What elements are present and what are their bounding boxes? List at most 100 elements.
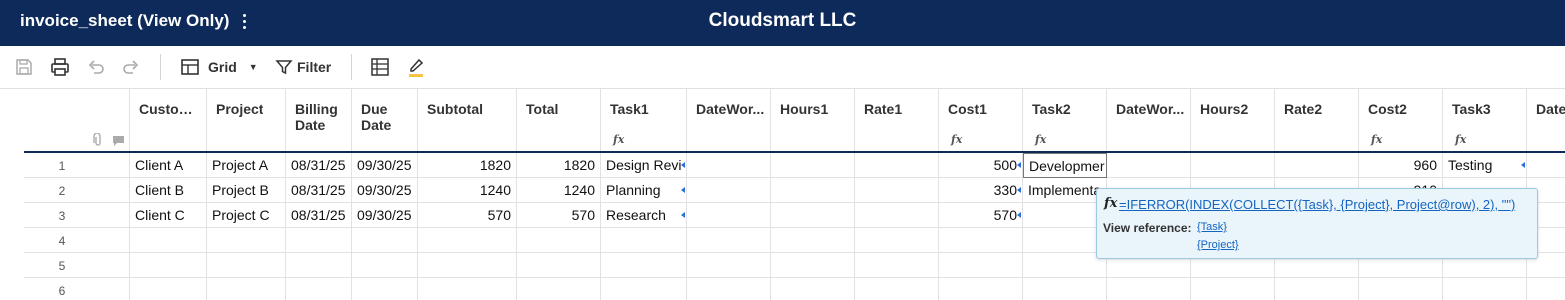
table-cell[interactable] xyxy=(1359,278,1443,300)
table-cell[interactable]: 08/31/25 xyxy=(286,203,352,228)
table-cell[interactable]: 500 xyxy=(939,153,1023,178)
table-cell[interactable]: 1240 xyxy=(418,178,517,203)
table-cell[interactable]: Testing xyxy=(1443,153,1527,178)
table-cell[interactable] xyxy=(517,228,601,253)
table-cell[interactable] xyxy=(855,228,939,253)
row-number[interactable]: 1 xyxy=(24,153,130,178)
table-cell[interactable] xyxy=(687,153,771,178)
table-cell[interactable] xyxy=(207,253,286,278)
table-cell[interactable]: 1820 xyxy=(517,153,601,178)
row-number[interactable]: 3 xyxy=(24,203,130,228)
table-cell[interactable]: 08/31/25 xyxy=(286,153,352,178)
column-header[interactable]: Project xyxy=(207,89,286,151)
column-header[interactable]: DateWor... xyxy=(687,89,771,151)
filter-button[interactable]: Filter xyxy=(275,55,331,79)
table-cell[interactable]: 960 xyxy=(1359,153,1443,178)
table-cell[interactable] xyxy=(1443,278,1527,300)
column-header[interactable]: Cost2 fx xyxy=(1359,89,1443,151)
view-switcher-button[interactable]: Grid ▼ xyxy=(180,55,258,79)
table-cell[interactable]: 570 xyxy=(418,203,517,228)
table-cell[interactable] xyxy=(1023,203,1107,228)
table-cell[interactable] xyxy=(601,228,687,253)
column-header[interactable]: Hours2 xyxy=(1191,89,1275,151)
table-cell[interactable] xyxy=(1107,153,1191,178)
table-cell[interactable] xyxy=(771,278,855,300)
table-cell[interactable]: Planning xyxy=(601,178,687,203)
table-cell[interactable] xyxy=(1191,153,1275,178)
table-cell[interactable]: Client C xyxy=(130,203,207,228)
column-header[interactable]: Task1 fx xyxy=(601,89,687,151)
table-cell[interactable] xyxy=(687,228,771,253)
table-cell[interactable] xyxy=(130,278,207,300)
table-cell[interactable] xyxy=(286,278,352,300)
table-cell[interactable] xyxy=(771,253,855,278)
table-cell[interactable] xyxy=(418,228,517,253)
table-cell[interactable]: Design Revi xyxy=(601,153,687,178)
column-header[interactable]: DateWor... xyxy=(1107,89,1191,151)
table-cell[interactable] xyxy=(418,253,517,278)
table-cell[interactable]: Project A xyxy=(207,153,286,178)
table-cell[interactable] xyxy=(1023,278,1107,300)
column-header[interactable]: Subtotal xyxy=(418,89,517,151)
row-number[interactable]: 4 xyxy=(24,228,130,253)
table-cell[interactable] xyxy=(939,278,1023,300)
print-icon[interactable] xyxy=(49,55,71,79)
table-cell[interactable] xyxy=(601,253,687,278)
column-header[interactable]: Rate1 xyxy=(855,89,939,151)
table-cell[interactable] xyxy=(855,153,939,178)
table-cell[interactable] xyxy=(855,203,939,228)
table-cell[interactable]: 1240 xyxy=(517,178,601,203)
reference-link-project[interactable]: {Project} xyxy=(1197,239,1239,251)
table-cell[interactable] xyxy=(207,278,286,300)
table-cell[interactable] xyxy=(687,178,771,203)
table-cell[interactable] xyxy=(771,228,855,253)
table-cell[interactable] xyxy=(771,153,855,178)
table-cell[interactable] xyxy=(517,253,601,278)
column-header[interactable]: Due Date xyxy=(352,89,418,151)
table-cell[interactable] xyxy=(855,178,939,203)
table-cell[interactable] xyxy=(1023,228,1107,253)
table-cell[interactable] xyxy=(352,253,418,278)
table-cell[interactable]: 09/30/25 xyxy=(352,178,418,203)
table-cell[interactable] xyxy=(771,178,855,203)
table-cell[interactable]: Research xyxy=(601,203,687,228)
column-header[interactable]: Cost1 fx xyxy=(939,89,1023,151)
table-cell[interactable] xyxy=(1527,278,1565,300)
table-cell[interactable]: Project C xyxy=(207,203,286,228)
column-header[interactable]: Rate2 xyxy=(1275,89,1359,151)
table-cell[interactable]: Project B xyxy=(207,178,286,203)
highlight-icon[interactable] xyxy=(406,55,426,79)
row-number[interactable]: 2 xyxy=(24,178,130,203)
table-cell[interactable] xyxy=(207,228,286,253)
table-cell[interactable] xyxy=(1275,153,1359,178)
table-cell[interactable] xyxy=(286,253,352,278)
table-cell[interactable] xyxy=(855,278,939,300)
table-cell[interactable] xyxy=(687,278,771,300)
table-cell[interactable] xyxy=(939,228,1023,253)
column-header[interactable]: Hours1 xyxy=(771,89,855,151)
table-cell[interactable] xyxy=(939,253,1023,278)
column-header[interactable]: Billing Date xyxy=(286,89,352,151)
table-cell[interactable] xyxy=(601,278,687,300)
table-cell[interactable] xyxy=(1023,253,1107,278)
table-cell[interactable]: 330 xyxy=(939,178,1023,203)
table-cell[interactable] xyxy=(1107,278,1191,300)
table-cell[interactable]: 09/30/25 xyxy=(352,153,418,178)
table-icon[interactable] xyxy=(370,55,390,79)
table-cell[interactable]: Developmer xyxy=(1023,153,1107,178)
table-cell[interactable] xyxy=(352,228,418,253)
table-cell[interactable] xyxy=(286,228,352,253)
column-header[interactable]: Date xyxy=(1527,89,1565,151)
table-cell[interactable]: Client A xyxy=(130,153,207,178)
table-cell[interactable] xyxy=(130,228,207,253)
table-cell[interactable] xyxy=(687,253,771,278)
column-header[interactable]: Total xyxy=(517,89,601,151)
table-cell[interactable]: 570 xyxy=(939,203,1023,228)
save-icon[interactable] xyxy=(14,55,34,79)
table-cell[interactable] xyxy=(1275,278,1359,300)
table-cell[interactable]: 08/31/25 xyxy=(286,178,352,203)
table-cell[interactable] xyxy=(130,253,207,278)
table-cell[interactable] xyxy=(418,278,517,300)
table-cell[interactable] xyxy=(1191,278,1275,300)
table-cell[interactable]: 1820 xyxy=(418,153,517,178)
